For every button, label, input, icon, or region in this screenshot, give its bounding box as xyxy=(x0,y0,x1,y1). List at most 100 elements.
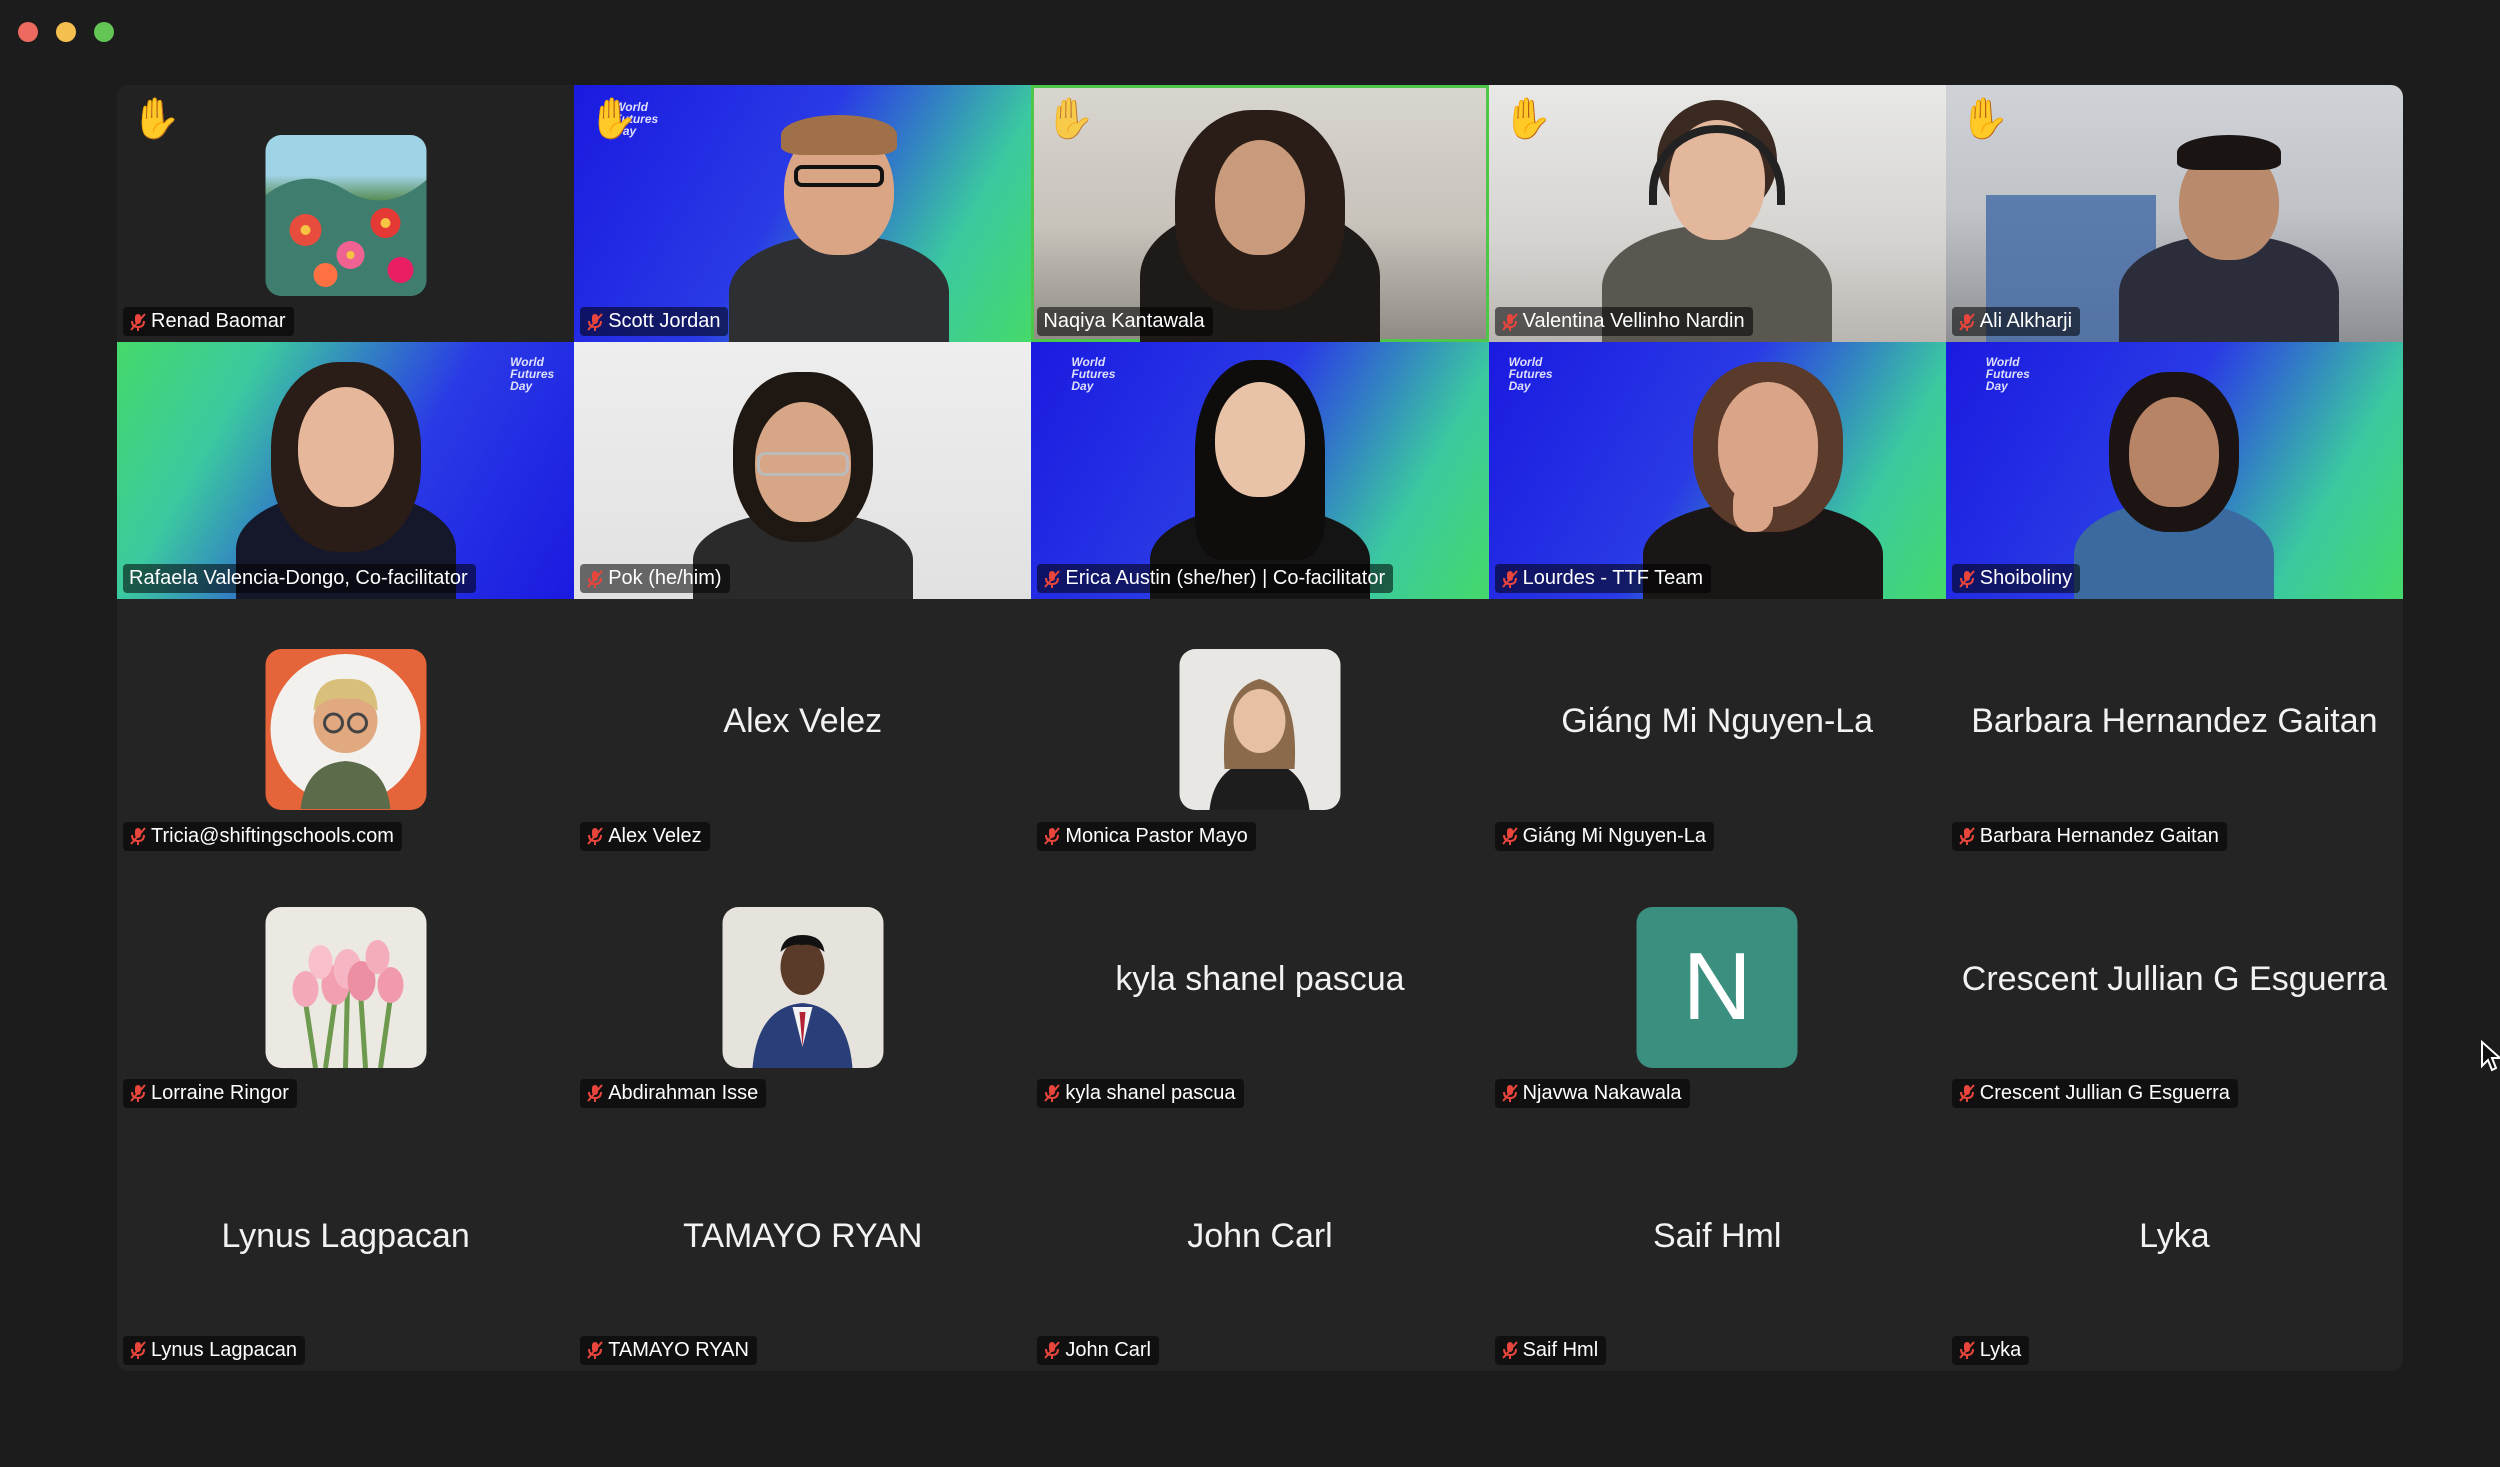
muted-mic-icon xyxy=(1043,1340,1061,1360)
avatar xyxy=(265,135,427,296)
participant-tile[interactable]: World Futures Day Lourdes - TTF Team xyxy=(1488,342,1946,600)
participant-name: John Carl xyxy=(1065,1338,1151,1361)
participant-name-label: Scott Jordan xyxy=(580,307,729,337)
participant-display-name: kyla shanel pascua xyxy=(1115,959,1405,998)
participant-display-name: Crescent Jullian G Esguerra xyxy=(1961,959,2387,998)
participant-display-name: TAMAYO RYAN xyxy=(683,1216,923,1255)
event-logo: World Futures Day xyxy=(1508,355,1553,394)
participant-tile[interactable]: World Futures Day Shoiboliny xyxy=(1945,342,2403,600)
participant-tile[interactable]: N Njavwa Nakawala xyxy=(1488,856,1946,1114)
participant-tile[interactable]: ✋ Renad Baomar xyxy=(117,85,575,343)
event-logo: World Futures Day xyxy=(1985,355,2030,394)
avatar xyxy=(265,649,427,811)
participant-tile[interactable]: ✋ Ali Alkharji xyxy=(1945,85,2403,343)
participant-name-label: Shoiboliny xyxy=(1951,564,2081,594)
participant-name-label: Lourdes - TTF Team xyxy=(1494,564,1712,594)
participant-tile-active-speaker[interactable]: ✋ Naqiya Kantawala xyxy=(1031,85,1489,343)
participant-display-name: Alex Velez xyxy=(723,702,883,741)
participant-name-label: Lorraine Ringor xyxy=(123,1078,297,1108)
muted-mic-icon xyxy=(129,826,147,846)
participant-name: Lorraine Ringor xyxy=(151,1081,289,1104)
participant-tile[interactable]: Abdirahman Isse xyxy=(574,856,1032,1114)
participant-name: Barbara Hernandez Gaitan xyxy=(1979,824,2219,847)
muted-mic-icon xyxy=(586,312,604,332)
participant-tile[interactable]: TAMAYO RYAN TAMAYO RYAN xyxy=(574,1113,1032,1371)
muted-mic-icon xyxy=(1043,826,1061,846)
raised-hand-icon: ✋ xyxy=(1959,97,2010,141)
muted-mic-icon xyxy=(1501,1083,1519,1103)
participant-name: Naqiya Kantawala xyxy=(1043,310,1205,333)
participant-name: Lyka xyxy=(1979,1338,2022,1361)
video-feed xyxy=(1130,85,1390,343)
avatar xyxy=(1179,649,1341,811)
participant-name: Tricia@shiftingschools.com xyxy=(151,824,394,847)
muted-mic-icon xyxy=(129,312,147,332)
muted-mic-icon xyxy=(1501,312,1519,332)
participant-tile[interactable]: Saif Hml Saif Hml xyxy=(1488,1113,1946,1371)
participant-name-label: John Carl xyxy=(1037,1335,1159,1365)
video-feed xyxy=(2109,85,2349,343)
muted-mic-icon xyxy=(1958,569,1976,589)
participant-display-name: Barbara Hernandez Gaitan xyxy=(1971,702,2378,741)
participant-tile[interactable]: World Futures Day Rafaela Valencia-Dongo, … xyxy=(117,342,575,600)
participant-name-label: Crescent Jullian G Esguerra xyxy=(1951,1078,2238,1108)
participant-name-label: Renad Baomar xyxy=(123,307,294,337)
participant-tile[interactable]: Lynus Lagpacan Lynus Lagpacan xyxy=(117,1113,575,1371)
participant-name: Abdirahman Isse xyxy=(608,1081,759,1104)
close-window-button[interactable] xyxy=(18,22,38,42)
participant-name: Njavwa Nakawala xyxy=(1522,1081,1682,1104)
muted-mic-icon xyxy=(1043,1083,1061,1103)
participant-name: TAMAYO RYAN xyxy=(608,1338,749,1361)
avatar-initial: N xyxy=(1636,906,1798,1068)
participant-name: Scott Jordan xyxy=(608,310,721,333)
participant-tile[interactable]: Giáng Mi Nguyen-La Giáng Mi Nguyen-La xyxy=(1488,599,1946,857)
participant-tile[interactable]: ✋ Valentina Vellinho Nardin xyxy=(1488,85,1946,343)
video-feed xyxy=(1623,342,1903,600)
participant-name: Lourdes - TTF Team xyxy=(1522,567,1704,590)
participant-tile[interactable]: kyla shanel pascua kyla shanel pascua xyxy=(1031,856,1489,1114)
muted-mic-icon xyxy=(1501,1340,1519,1360)
participant-tile[interactable]: John Carl John Carl xyxy=(1031,1113,1489,1371)
video-feed xyxy=(1587,85,1847,343)
participant-name-label: kyla shanel pascua xyxy=(1037,1078,1244,1108)
participant-name: Shoiboliny xyxy=(1979,567,2073,590)
zoom-window-button[interactable] xyxy=(94,22,114,42)
event-logo: World Futures Day xyxy=(510,355,555,394)
muted-mic-icon xyxy=(1958,1083,1976,1103)
participant-tile[interactable]: Barbara Hernandez Gaitan Barbara Hernand… xyxy=(1945,599,2403,857)
participant-name: Valentina Vellinho Nardin xyxy=(1522,310,1745,333)
muted-mic-icon xyxy=(586,1340,604,1360)
participant-display-name: Giáng Mi Nguyen-La xyxy=(1561,702,1874,741)
muted-mic-icon xyxy=(1501,569,1519,589)
minimize-window-button[interactable] xyxy=(56,22,76,42)
participant-name: Lynus Lagpacan xyxy=(151,1338,298,1361)
participant-tile[interactable]: Lorraine Ringor xyxy=(117,856,575,1114)
video-feed xyxy=(216,342,476,600)
participant-tile[interactable]: Alex Velez Alex Velez xyxy=(574,599,1032,857)
participant-name: Monica Pastor Mayo xyxy=(1065,824,1248,847)
participant-tile[interactable]: Tricia@shiftingschools.com xyxy=(117,599,575,857)
muted-mic-icon xyxy=(586,569,604,589)
participant-name: kyla shanel pascua xyxy=(1065,1081,1236,1104)
participant-tile[interactable]: Crescent Jullian G Esguerra Crescent Jul… xyxy=(1945,856,2403,1114)
participant-tile[interactable]: Lyka Lyka xyxy=(1945,1113,2403,1371)
participant-tile[interactable]: World Futures Day Erica Austin (she/her) |… xyxy=(1031,342,1489,600)
raised-hand-icon: ✋ xyxy=(1502,97,1553,141)
participant-name: Erica Austin (she/her) | Co-facilitator xyxy=(1065,567,1386,590)
raised-hand-icon: ✋ xyxy=(588,97,638,141)
participant-tile[interactable]: Pok (he/him) xyxy=(574,342,1032,600)
participant-tile[interactable]: World Futures Day ✋ Scott Jordan xyxy=(574,85,1032,343)
event-logo: World Futures Day xyxy=(1071,355,1116,394)
participant-tile[interactable]: Monica Pastor Mayo xyxy=(1031,599,1489,857)
participant-name-label: Njavwa Nakawala xyxy=(1494,1078,1690,1108)
muted-mic-icon xyxy=(129,1340,147,1360)
participant-name-label: Giáng Mi Nguyen-La xyxy=(1494,821,1715,851)
participant-name: Rafaela Valencia-Dongo, Co-facilitator xyxy=(129,567,468,590)
participant-name-label: Abdirahman Isse xyxy=(580,1078,767,1108)
video-feed xyxy=(709,85,969,343)
muted-mic-icon xyxy=(1043,569,1061,589)
participant-name: Crescent Jullian G Esguerra xyxy=(1979,1081,2230,1104)
participant-name-label: TAMAYO RYAN xyxy=(580,1335,757,1365)
raised-hand-icon: ✋ xyxy=(131,97,181,141)
muted-mic-icon xyxy=(1958,826,1976,846)
